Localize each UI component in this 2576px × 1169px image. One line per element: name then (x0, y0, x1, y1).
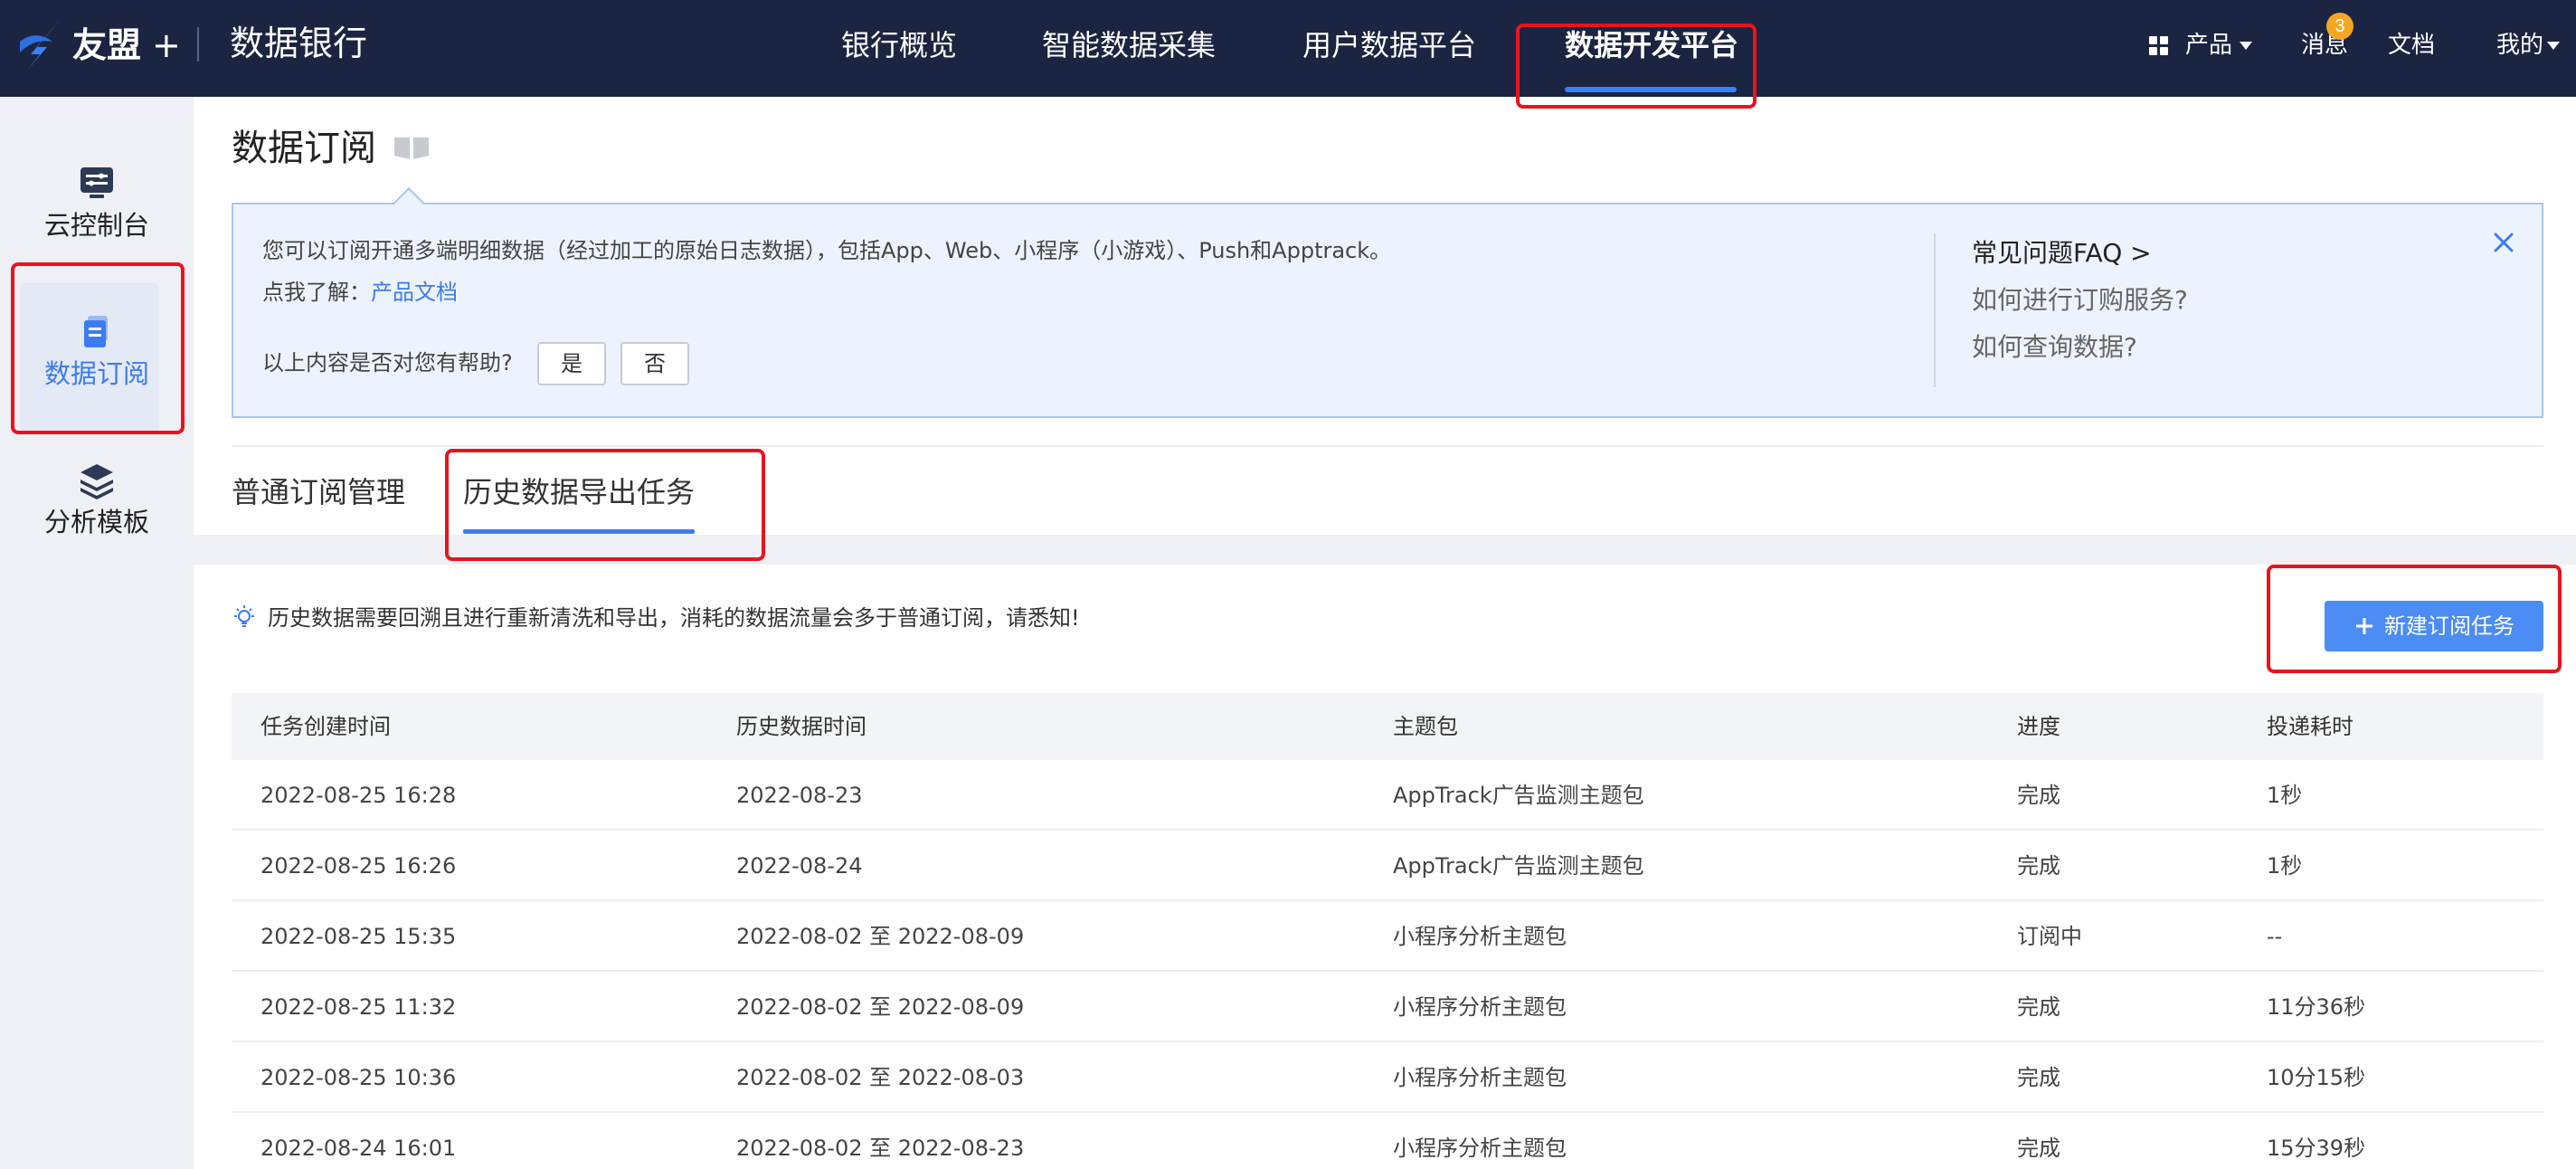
sidebar-item-label: 数据订阅 (43, 358, 149, 389)
tab-history-export-tasks[interactable]: 历史数据导出任务 (463, 472, 695, 512)
column-header-delivery-duration: 投递耗时 (2267, 714, 2353, 739)
table-row[interactable]: 2022-08-25 10:36 2022-08-02 至 2022-08-03… (232, 1042, 2543, 1113)
helpful-question: 以上内容是否对您有帮助? (262, 350, 513, 375)
cell-topic-package: AppTrack广告监测主题包 (1393, 853, 1644, 879)
helpful-yes-button[interactable]: 是 (537, 342, 606, 385)
product-docs-link[interactable]: 产品文档 (371, 280, 458, 305)
cell-created-time: 2022-08-25 16:28 (260, 783, 457, 808)
cell-topic-package: 小程序分析主题包 (1393, 924, 1567, 949)
nav-bank-overview[interactable]: 银行概览 (841, 25, 957, 65)
cell-delivery-duration: 1秒 (2267, 853, 2303, 879)
cell-history-date: 2022-08-02 至 2022-08-09 (736, 994, 1025, 1020)
cell-progress: 完成 (2017, 1065, 2060, 1090)
plus-icon (2356, 618, 2372, 634)
column-header-created-time: 任务创建时间 (260, 714, 391, 739)
top-navigation-bar: 友盟 + 数据银行 银行概览 智能数据采集 用户数据平台 数据开发平台 产品 消… (0, 0, 2576, 97)
cell-delivery-duration: 10分15秒 (2267, 1065, 2366, 1090)
book-icon[interactable] (393, 134, 431, 161)
docs-link[interactable]: 文档 (2388, 29, 2435, 62)
brand-plus: + (152, 25, 181, 65)
products-menu[interactable]: 产品 (2185, 29, 2232, 62)
notice-learn-more: 点我了解：产品文档 (262, 277, 458, 308)
nav-user-data-platform[interactable]: 用户数据平台 (1302, 25, 1476, 65)
faq-title-link[interactable]: 常见问题FAQ > (1972, 235, 2152, 271)
notice-divider (1934, 233, 1936, 387)
new-task-label: 新建订阅任务 (2384, 613, 2514, 639)
cell-history-date: 2022-08-02 至 2022-08-23 (736, 1136, 1025, 1161)
message-count-badge: 3 (2326, 13, 2353, 40)
lightbulb-icon (234, 605, 254, 627)
column-header-history-date: 历史数据时间 (736, 714, 867, 739)
grid-icon (2149, 36, 2169, 56)
tab-active-indicator (463, 529, 695, 534)
export-tip-text: 历史数据需要回溯且进行重新清洗和导出，消耗的数据流量会多于普通订阅，请悉知! (268, 605, 1080, 631)
app-title[interactable]: 数据银行 (230, 20, 367, 67)
faq-item-how-to-query[interactable]: 如何查询数据? (1972, 329, 2137, 366)
cell-topic-package: 小程序分析主题包 (1393, 994, 1567, 1020)
nav-data-collection[interactable]: 智能数据采集 (1042, 25, 1216, 65)
sidebar-item-analysis-templates[interactable]: 分析模板 (0, 461, 194, 540)
document-icon (84, 316, 108, 347)
brand-divider (197, 27, 199, 62)
cell-delivery-duration: 1秒 (2267, 783, 2303, 808)
table-row[interactable]: 2022-08-25 16:26 2022-08-24 AppTrack广告监测… (232, 831, 2543, 901)
cell-history-date: 2022-08-23 (736, 783, 863, 808)
table-row[interactable]: 2022-08-25 11:32 2022-08-02 至 2022-08-09… (232, 972, 2543, 1042)
brand-name[interactable]: 友盟 (72, 22, 141, 69)
sidebar-item-label: 分析模板 (43, 507, 149, 537)
cell-created-time: 2022-08-24 16:01 (260, 1136, 457, 1161)
chevron-down-icon (2547, 42, 2560, 50)
cell-created-time: 2022-08-25 11:32 (260, 994, 457, 1020)
cell-progress: 订阅中 (2017, 924, 2082, 949)
nav-data-dev-platform[interactable]: 数据开发平台 (1565, 25, 1738, 65)
tabs-divider (232, 445, 2543, 447)
table-row[interactable]: 2022-08-25 16:28 2022-08-23 AppTrack广告监测… (232, 760, 2543, 831)
cell-topic-package: 小程序分析主题包 (1393, 1065, 1567, 1090)
sidebar-item-label: 云控制台 (43, 210, 149, 241)
close-icon[interactable] (2491, 230, 2516, 255)
chevron-down-icon (2240, 42, 2252, 50)
column-header-progress: 进度 (2017, 714, 2060, 739)
cell-delivery-duration: 11分36秒 (2267, 994, 2366, 1020)
cell-progress: 完成 (2017, 783, 2060, 808)
table-row[interactable]: 2022-08-25 15:35 2022-08-02 至 2022-08-09… (232, 901, 2543, 972)
cell-history-date: 2022-08-24 (736, 853, 863, 879)
tab-regular-subscriptions[interactable]: 普通订阅管理 (232, 472, 405, 512)
helpful-no-button[interactable]: 否 (620, 342, 689, 385)
cell-history-date: 2022-08-02 至 2022-08-03 (736, 1065, 1025, 1090)
page-title: 数据订阅 (232, 128, 376, 169)
notice-description: 您可以订阅开通多端明细数据（经过加工的原始日志数据），包括App、Web、小程序… (262, 238, 1392, 263)
sidebar-item-data-subscription[interactable]: 数据订阅 (0, 312, 194, 392)
sidebar-item-console[interactable]: 云控制台 (0, 164, 194, 243)
nav-active-indicator (1565, 87, 1737, 92)
cell-created-time: 2022-08-25 10:36 (260, 1065, 457, 1090)
learn-more-prefix: 点我了解： (262, 280, 371, 305)
cell-delivery-duration: 15分39秒 (2267, 1136, 2366, 1161)
cell-progress: 完成 (2017, 994, 2060, 1020)
my-account-menu[interactable]: 我的 (2496, 29, 2543, 62)
new-subscription-task-button[interactable]: 新建订阅任务 (2325, 601, 2543, 651)
cell-history-date: 2022-08-02 至 2022-08-09 (736, 924, 1025, 949)
layers-icon (80, 464, 113, 499)
console-icon (80, 167, 113, 198)
left-sidebar: 云控制台 数据订阅 分析模板 (0, 97, 194, 1169)
umeng-logo-icon[interactable] (16, 14, 67, 74)
cell-topic-package: 小程序分析主题包 (1393, 1136, 1567, 1161)
faq-item-how-to-subscribe[interactable]: 如何进行订购服务? (1972, 282, 2188, 318)
cell-created-time: 2022-08-25 15:35 (260, 924, 457, 949)
table-header: 任务创建时间 历史数据时间 主题包 进度 投递耗时 (232, 693, 2543, 760)
cell-delivery-duration: -- (2267, 924, 2283, 949)
cell-topic-package: AppTrack广告监测主题包 (1393, 783, 1644, 808)
cell-progress: 完成 (2017, 1136, 2060, 1161)
cell-created-time: 2022-08-25 16:26 (260, 853, 457, 879)
cell-progress: 完成 (2017, 853, 2060, 879)
table-row[interactable]: 2022-08-24 16:01 2022-08-02 至 2022-08-23… (232, 1113, 2543, 1169)
column-header-topic-package: 主题包 (1393, 714, 1458, 739)
